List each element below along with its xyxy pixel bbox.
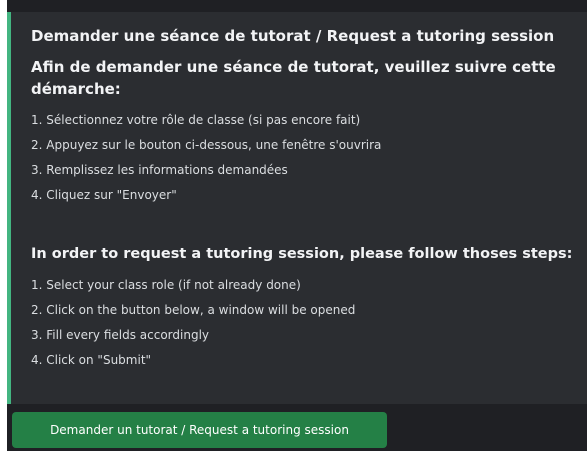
english-step-1: 1. Select your class role (if not alread… [31,278,301,292]
french-step-3: 3. Remplissez les informations demandées [31,163,288,177]
french-steps-list: 1. Sélectionnez votre rôle de classe (si… [31,108,571,208]
english-steps-list: 1. Select your class role (if not alread… [31,273,571,373]
tutoring-embed: Demander une séance de tutorat / Request… [7,12,587,404]
french-step-4: 4. Cliquez sur "Envoyer" [31,188,177,202]
english-step-4: 4. Click on "Submit" [31,353,152,367]
english-step-2: 2. Click on the button below, a window w… [31,303,356,317]
english-step-3: 3. Fill every fields accordingly [31,328,210,342]
request-tutoring-button[interactable]: Demander un tutorat / Request a tutoring… [12,412,387,448]
embed-title: Demander une séance de tutorat / Request… [31,27,555,45]
english-instructions-heading: In order to request a tutoring session, … [31,246,573,262]
french-instructions-heading: Afin de demander une séance de tutorat, … [31,58,556,98]
french-step-1: 1. Sélectionnez votre rôle de classe (si… [31,113,361,127]
french-step-2: 2. Appuyez sur le bouton ci-dessous, une… [31,138,382,152]
page: Demander une séance de tutorat / Request… [0,0,587,451]
